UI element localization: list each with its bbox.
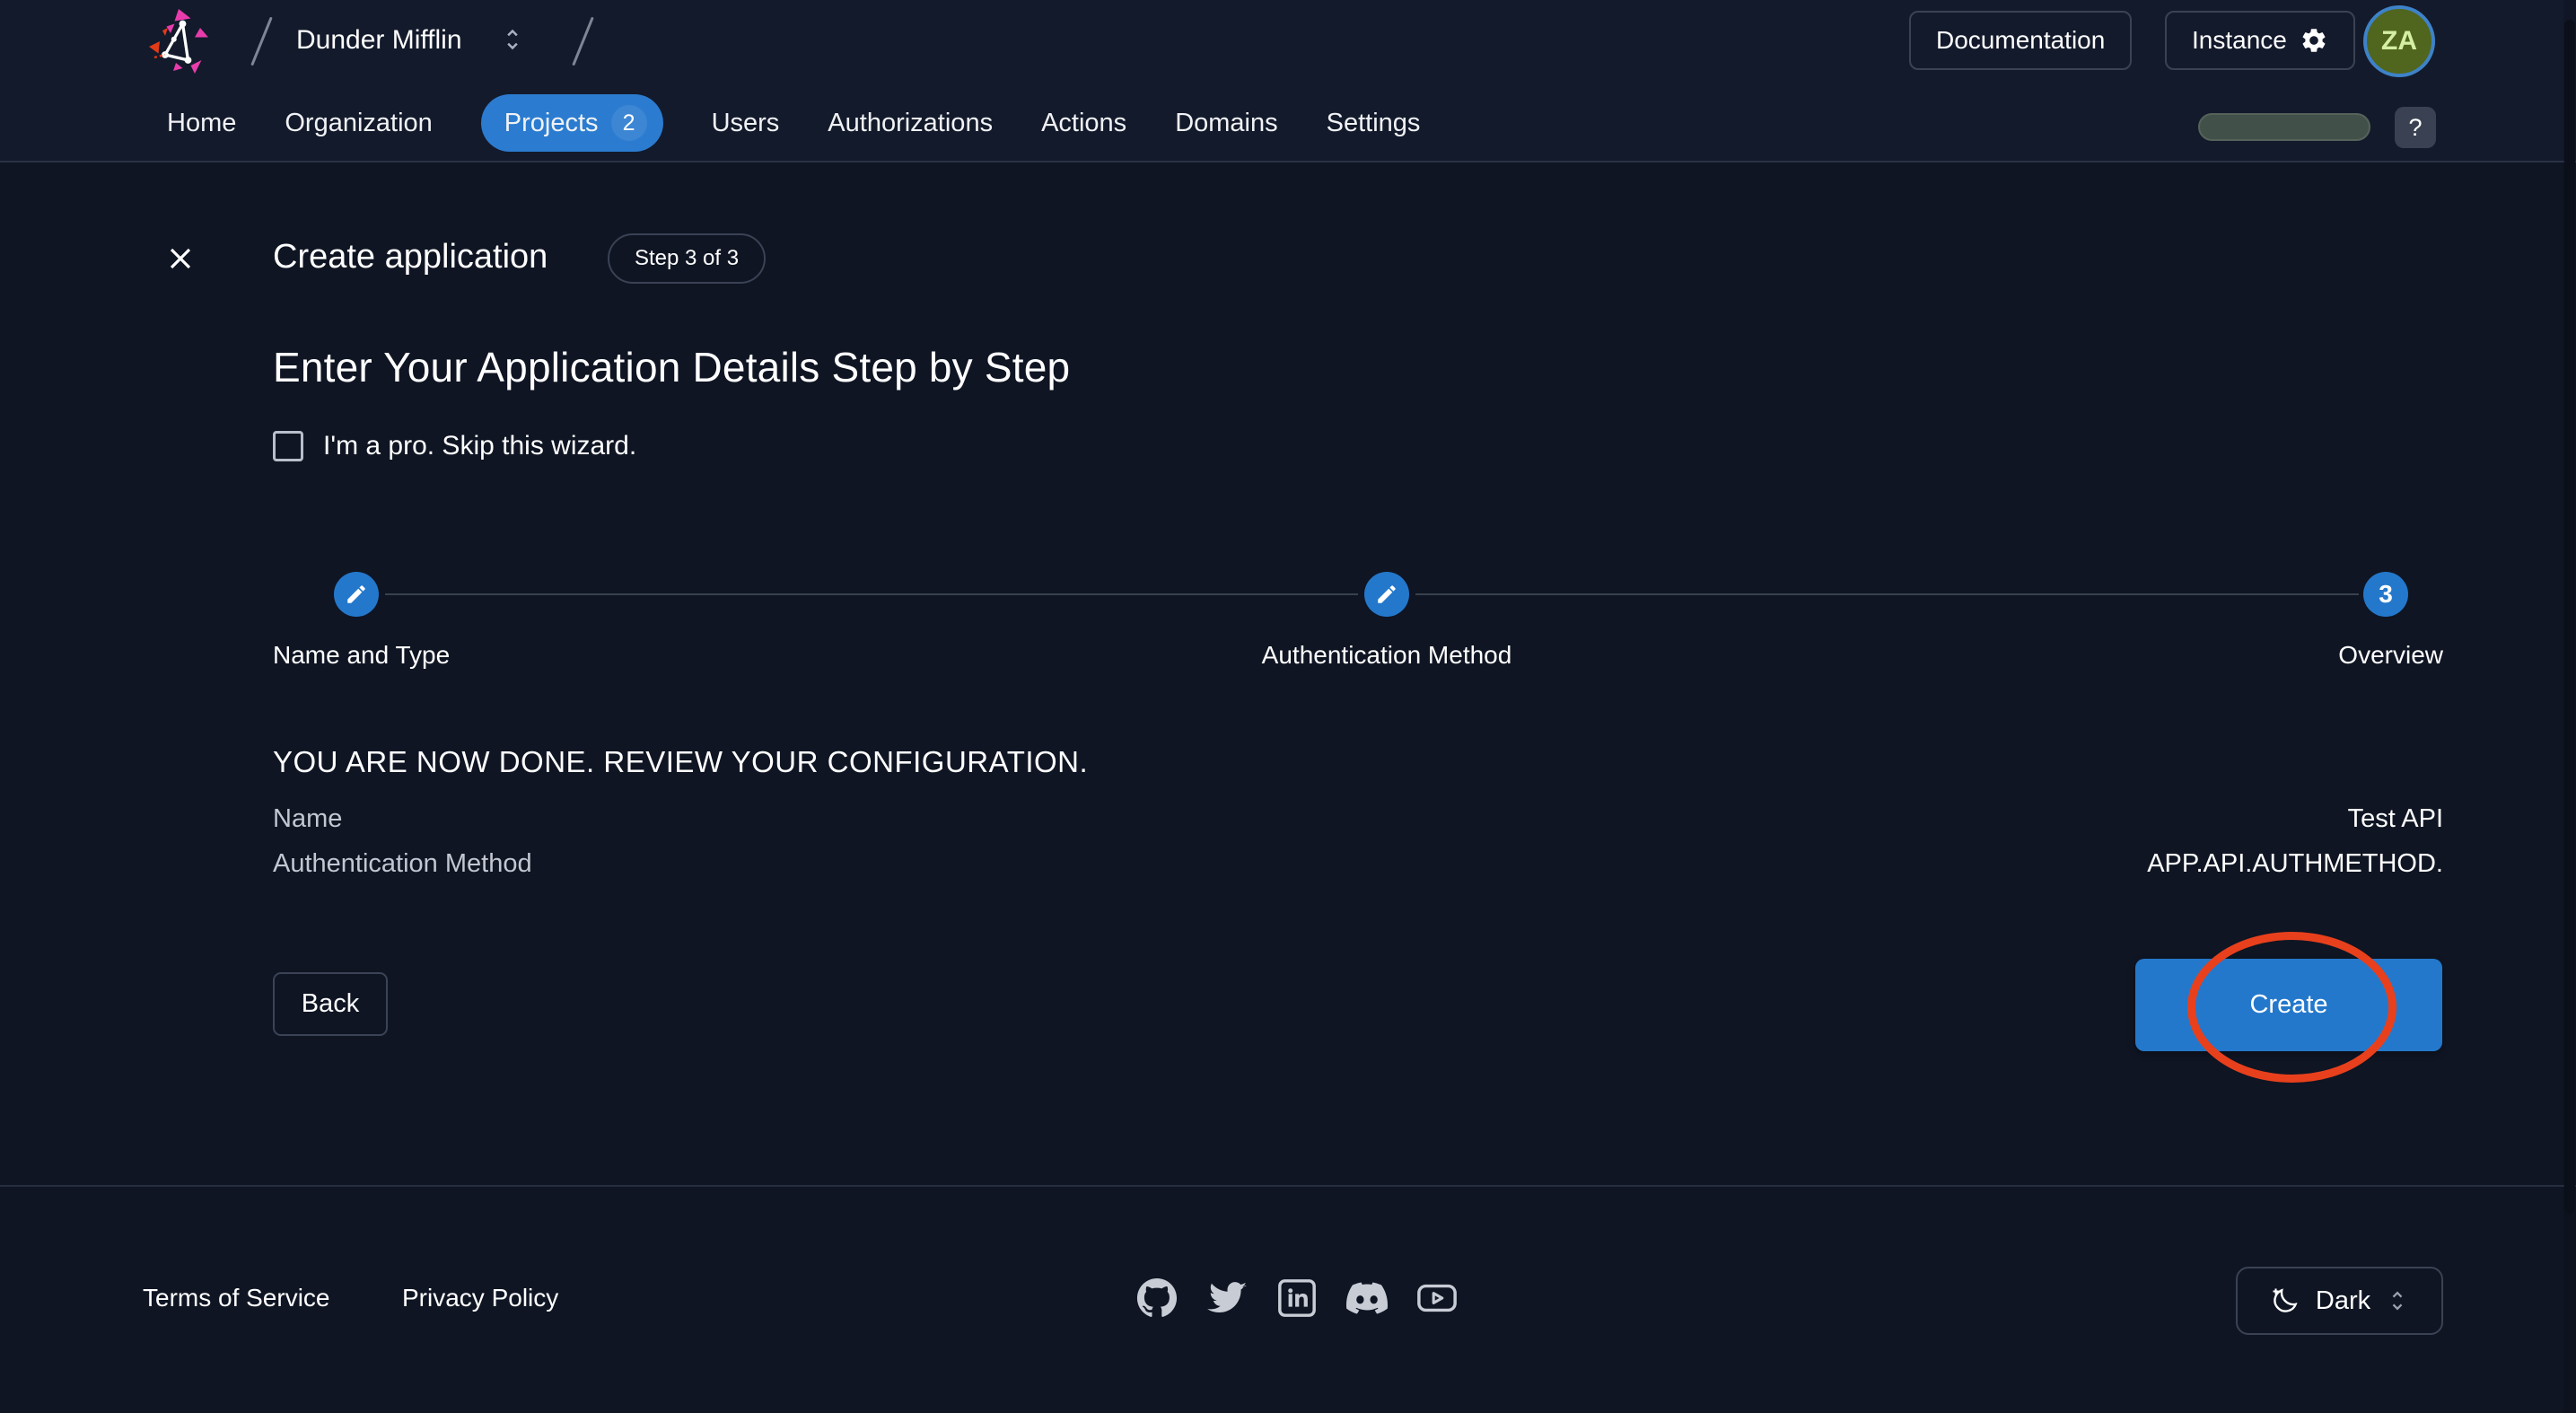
documentation-button-label: Documentation <box>1936 26 2106 54</box>
skip-wizard-row: I'm a pro. Skip this wizard. <box>273 431 636 461</box>
nav-item-actions[interactable]: Actions <box>1041 109 1126 138</box>
page-title: Create application <box>273 238 548 276</box>
step-3-number: 3 <box>2379 580 2393 608</box>
review-row-value: Test API <box>2347 804 2443 833</box>
review-row-label: Name <box>273 804 343 833</box>
main-nav: Home Organization Projects 2 Users Autho… <box>167 84 1420 162</box>
scrollbar-thumb[interactable] <box>2564 20 2575 1214</box>
stepper-connector <box>385 593 1358 595</box>
documentation-button[interactable]: Documentation <box>1909 11 2133 70</box>
review-row-label: Authentication Method <box>273 849 532 878</box>
skip-wizard-checkbox[interactable] <box>273 431 303 461</box>
theme-selector[interactable]: Dark <box>2236 1267 2443 1335</box>
step-3-label: Overview <box>2338 641 2443 669</box>
step-2-label: Authentication Method <box>1261 641 1512 669</box>
footer-divider <box>0 1185 2576 1187</box>
stepper-connector <box>1415 593 2359 595</box>
pencil-icon <box>345 583 368 606</box>
unfold-icon <box>2385 1288 2410 1313</box>
step-1-circle[interactable] <box>334 572 379 617</box>
user-avatar[interactable]: ZA <box>2363 5 2435 77</box>
terms-of-service-link[interactable]: Terms of Service <box>143 1284 330 1312</box>
nav-item-users[interactable]: Users <box>712 109 780 138</box>
nav-item-home[interactable]: Home <box>167 109 236 138</box>
nav-item-authorizations[interactable]: Authorizations <box>828 109 993 138</box>
moon-icon <box>2269 1285 2301 1317</box>
review-row-value: APP.API.AUTHMETHOD. <box>2147 849 2443 878</box>
org-switcher-label[interactable]: Dunder Mifflin <box>296 25 462 56</box>
nav-item-domains[interactable]: Domains <box>1175 109 1277 138</box>
help-button[interactable]: ? <box>2395 107 2436 148</box>
privacy-policy-link[interactable]: Privacy Policy <box>402 1284 558 1312</box>
top-header: Dunder Mifflin Documentation Instance ZA… <box>0 0 2576 162</box>
nav-item-projects-label: Projects <box>504 108 599 137</box>
nav-item-projects[interactable]: Projects 2 <box>480 94 663 152</box>
breadcrumb-separator <box>250 16 273 66</box>
avatar-initials: ZA <box>2381 26 2417 56</box>
review-heading: YOU ARE NOW DONE. REVIEW YOUR CONFIGURAT… <box>273 745 1089 778</box>
gear-icon <box>2300 26 2328 55</box>
theme-selector-value: Dark <box>2315 1286 2371 1315</box>
projects-count-badge: 2 <box>610 105 647 141</box>
twitter-icon[interactable] <box>1206 1277 1248 1319</box>
scrollbar[interactable] <box>2563 0 2576 1413</box>
step-2-circle[interactable] <box>1364 572 1409 617</box>
youtube-icon[interactable] <box>1416 1277 1458 1319</box>
github-icon[interactable] <box>1136 1277 1178 1319</box>
wizard-heading: Enter Your Application Details Step by S… <box>273 344 1071 391</box>
nav-item-organization[interactable]: Organization <box>285 109 432 138</box>
pencil-icon <box>1375 583 1398 606</box>
breadcrumb-separator <box>572 16 594 66</box>
instance-button-label: Instance <box>2192 26 2287 54</box>
create-button[interactable]: Create <box>2135 959 2442 1051</box>
step-indicator-chip: Step 3 of 3 <box>608 233 767 284</box>
linkedin-icon[interactable] <box>1276 1277 1318 1319</box>
step-3-circle[interactable]: 3 <box>2363 572 2408 617</box>
zitadel-logo-icon[interactable] <box>146 6 216 76</box>
social-links <box>1136 1277 1458 1319</box>
instance-button[interactable]: Instance <box>2165 11 2355 70</box>
step-1-label: Name and Type <box>273 641 451 669</box>
skip-wizard-label: I'm a pro. Skip this wizard. <box>323 431 637 461</box>
back-button[interactable]: Back <box>273 972 388 1036</box>
org-switcher-unfold-icon[interactable] <box>499 24 526 55</box>
nav-item-settings[interactable]: Settings <box>1327 109 1421 138</box>
discord-icon[interactable] <box>1346 1277 1388 1319</box>
close-icon[interactable] <box>161 239 200 278</box>
loading-skeleton <box>2198 113 2370 141</box>
